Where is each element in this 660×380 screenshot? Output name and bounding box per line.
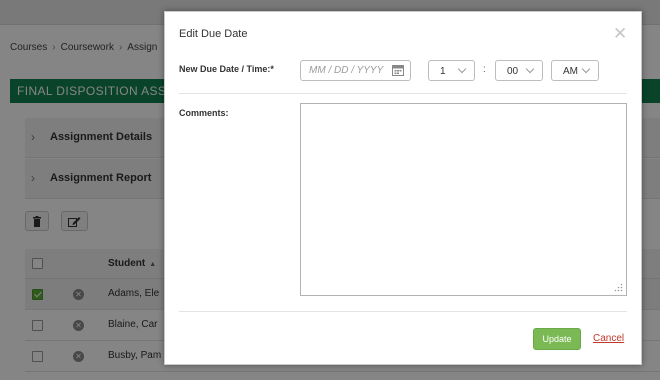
time-separator: : — [483, 64, 486, 75]
chevron-down-icon — [581, 64, 591, 74]
hour-select[interactable]: 1 — [428, 60, 475, 81]
minute-value: 00 — [507, 66, 519, 77]
edit-due-date-dialog: Edit Due Date ✕ New Due Date / Time:* 1 … — [164, 11, 642, 365]
minute-select[interactable]: 00 — [495, 60, 543, 81]
chevron-down-icon — [525, 64, 535, 74]
update-button[interactable]: Update — [533, 328, 581, 350]
due-date-label: New Due Date / Time:* — [179, 64, 274, 74]
calendar-icon[interactable] — [392, 64, 404, 76]
divider — [179, 93, 627, 94]
divider — [179, 311, 627, 312]
hour-value: 1 — [440, 66, 446, 77]
dialog-title: Edit Due Date — [179, 28, 248, 40]
close-icon[interactable]: ✕ — [613, 25, 627, 42]
ampm-value: AM — [563, 66, 578, 77]
resize-grip-icon[interactable] — [614, 283, 623, 292]
ampm-select[interactable]: AM — [551, 60, 599, 81]
comments-textarea[interactable] — [300, 103, 627, 296]
comments-label: Comments: — [179, 108, 229, 118]
cancel-link[interactable]: Cancel — [593, 333, 624, 344]
chevron-down-icon — [457, 64, 467, 74]
